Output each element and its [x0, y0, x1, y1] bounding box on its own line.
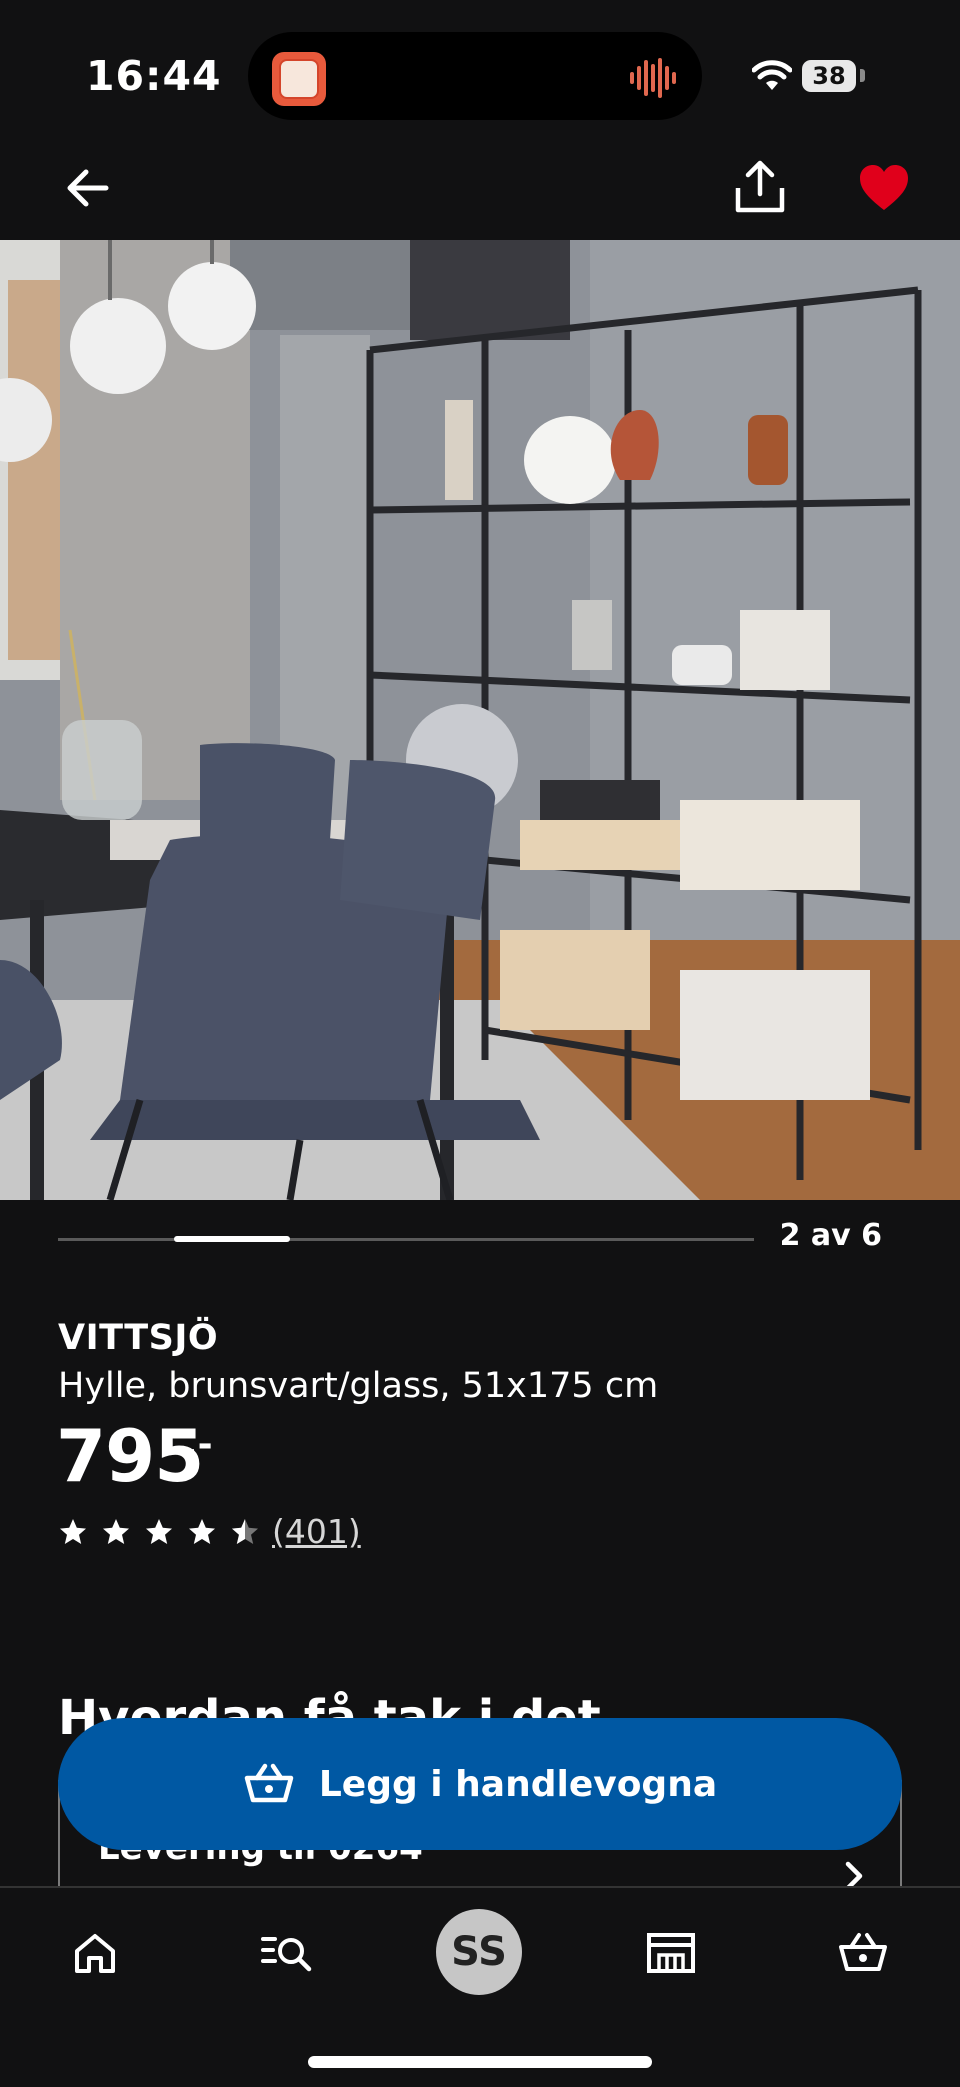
wifi-icon	[751, 60, 793, 96]
island-app-icon[interactable]	[272, 52, 326, 106]
tab-store-icon[interactable]	[636, 1918, 706, 1988]
add-to-cart-button[interactable]: Legg i handlevogna	[58, 1718, 902, 1850]
profile-avatar[interactable]: SS	[436, 1909, 522, 1995]
tab-cart-icon[interactable]	[828, 1918, 898, 1988]
home-indicator[interactable]	[308, 2056, 652, 2068]
gallery-progress-track	[58, 1238, 754, 1241]
rating-stars[interactable]	[58, 1517, 260, 1547]
product-price-suffix: ,-	[184, 1424, 213, 1465]
product-image[interactable]	[0, 240, 960, 1200]
add-to-cart-label: Legg i handlevogna	[318, 1763, 718, 1805]
gallery-progress-indicator	[174, 1236, 290, 1242]
status-time: 16:44	[86, 52, 222, 100]
star-half-icon	[232, 1519, 258, 1544]
product-description: Hylle, brunsvart/glass, 51x175 cm	[58, 1366, 659, 1406]
star-icon	[146, 1519, 172, 1544]
star-icon	[189, 1519, 215, 1544]
tab-home-icon[interactable]	[60, 1918, 130, 1988]
basket-icon	[244, 1763, 294, 1803]
review-count-link[interactable]: (401)	[272, 1512, 361, 1551]
battery-indicator: 38	[802, 60, 856, 92]
product-name: VITTSJÖ	[58, 1318, 219, 1358]
tab-search-icon[interactable]	[252, 1918, 322, 1988]
audio-wave-icon	[628, 56, 680, 104]
star-icon	[103, 1519, 129, 1544]
back-icon[interactable]	[60, 160, 116, 216]
favorite-heart-icon[interactable]	[856, 160, 912, 216]
gallery-counter: 2 av 6	[779, 1218, 882, 1253]
battery-tip	[860, 69, 865, 82]
product-price: 795	[56, 1414, 204, 1498]
share-icon[interactable]	[730, 158, 790, 218]
star-icon	[60, 1519, 86, 1544]
